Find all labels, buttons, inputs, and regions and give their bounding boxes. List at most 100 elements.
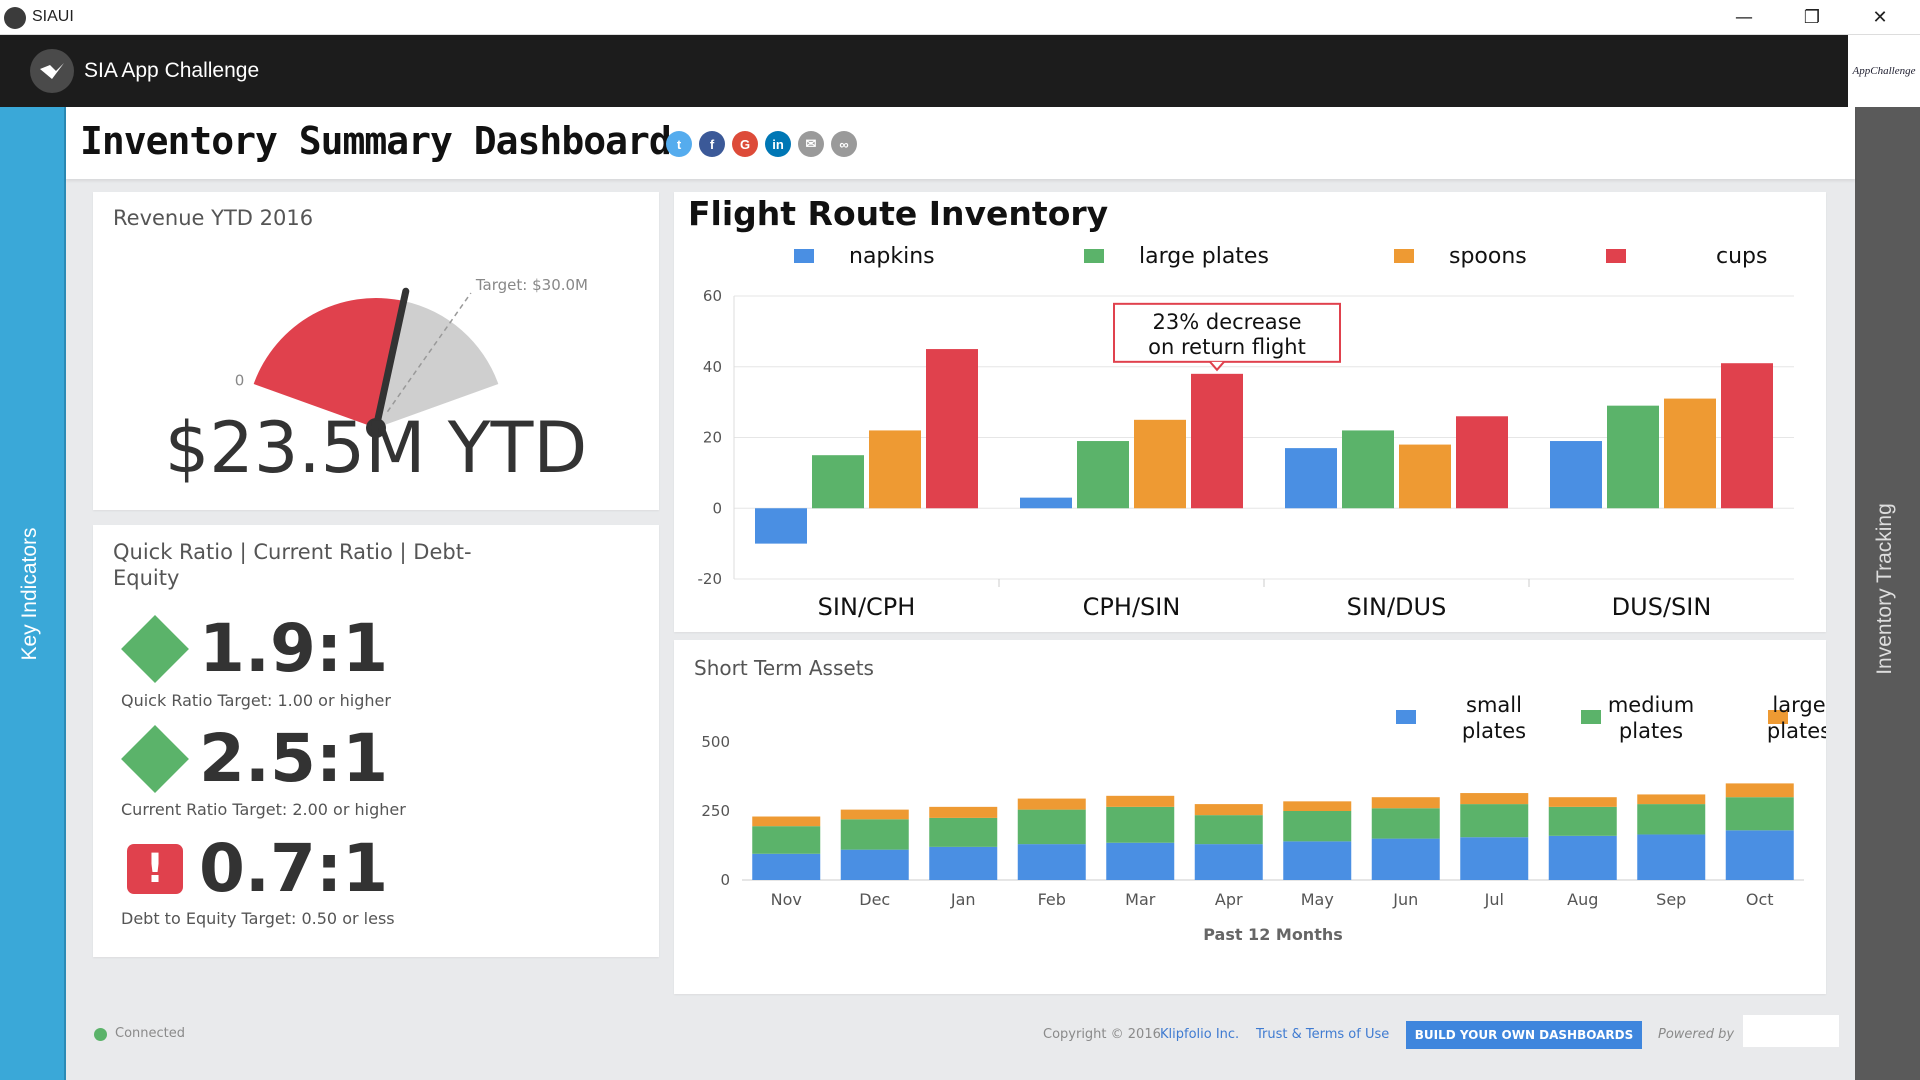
flight-route-card: Flight Route Inventory -20 0 20 40 60 SIN/CP… [674, 192, 1826, 632]
window-titlebar: SIAUI — ❐ ✕ [0, 0, 1920, 35]
right-sidebar[interactable]: Inventory Tracking [1855, 107, 1920, 1080]
stack-large-plates-sep [1637, 794, 1706, 805]
short-term-assets-chart: Short Term Assets 0 250 500 Nov Dec Jan Feb Ma… [694, 656, 1826, 944]
stack-large-plates-oct [1725, 783, 1794, 798]
stack-large-plates-apr [1194, 804, 1263, 816]
x-tick-label: SIN/CPH [818, 593, 916, 621]
gauge-target-label: Target: $30.0M [475, 276, 588, 294]
app-logo-icon [30, 49, 74, 93]
left-sidebar[interactable]: Key Indicators [0, 107, 66, 1080]
stack-small-plates-aug [1548, 835, 1617, 880]
powered-by-label: Powered by [1658, 1027, 1735, 1042]
ratios-title: Quick Ratio | Current Ratio | Debt-Equit… [113, 540, 472, 590]
x-tick-label: Feb [1038, 890, 1066, 909]
chart-title: Flight Route Inventory [688, 194, 1108, 233]
stack-small-plates-feb [1017, 844, 1086, 880]
connection-status-icon [94, 1028, 107, 1041]
y-tick-label: -20 [698, 570, 723, 588]
dashboard-title: Inventory Summary Dashboard [80, 119, 672, 163]
stack-small-plates-nov [752, 853, 821, 880]
quick-ratio-row: 1.9:1 [121, 610, 388, 687]
debt-equity-value: 0.7:1 [199, 830, 389, 907]
powered-by-logo [1743, 1015, 1839, 1047]
stack-large-plates-nov [752, 816, 821, 827]
restore-icon[interactable]: ❐ [1778, 0, 1846, 35]
legend-label-line2: plates [1462, 719, 1526, 743]
dashboard-header: Inventory Summary Dashboard t f G in ✉ ∞ [66, 107, 1855, 179]
bar-large-plates-sin-dus [1342, 430, 1394, 509]
quick-ratio-value: 1.9:1 [199, 610, 389, 687]
x-tick-label: Jan [950, 890, 976, 909]
app-title: SIA App Challenge [84, 59, 260, 82]
y-tick-label: 500 [701, 733, 730, 751]
legend-label-line2: plates [1619, 719, 1683, 743]
stack-medium-plates-jan [929, 817, 998, 847]
x-axis-label: Past 12 Months [1203, 925, 1343, 944]
short-term-assets-card: Short Term Assets 0 250 500 Nov Dec Jan Feb Ma… [674, 640, 1826, 994]
terms-link[interactable]: Trust & Terms of Use [1256, 1027, 1389, 1042]
facebook-icon[interactable]: f [699, 131, 725, 157]
stack-small-plates-jun [1371, 838, 1440, 880]
debt-equity-row: ! 0.7:1 [121, 830, 388, 907]
bar-napkins-dus-sin [1550, 441, 1602, 509]
x-tick-label: Dec [859, 890, 890, 909]
current-ratio-target: Current Ratio Target: 2.00 or higher [121, 800, 406, 819]
annotation-pointer [1209, 361, 1225, 372]
legend-label-line1: large [1772, 693, 1825, 717]
stack-large-plates-may [1283, 801, 1352, 811]
twitter-icon[interactable]: t [666, 131, 692, 157]
bar-napkins-sin-cph [755, 508, 807, 544]
current-ratio-row: 2.5:1 [121, 720, 388, 797]
app-icon [4, 7, 26, 29]
right-sidebar-label: Inventory Tracking [1873, 503, 1896, 675]
copyright-text: Copyright © 2016 [1043, 1027, 1161, 1042]
x-tick-label: Oct [1746, 890, 1774, 909]
stack-medium-plates-feb [1017, 809, 1086, 845]
legend-label: cups [1716, 244, 1767, 269]
linkedin-icon[interactable]: in [765, 131, 791, 157]
flight-route-chart: Flight Route Inventory -20 0 20 40 60 SIN/CP… [688, 194, 1794, 621]
stack-small-plates-apr [1194, 844, 1263, 880]
x-tick-label: Jun [1392, 890, 1418, 909]
stack-medium-plates-mar [1106, 806, 1175, 843]
bar-cups-sin-cph [926, 349, 978, 509]
stack-large-plates-jul [1460, 793, 1529, 805]
y-tick-label: 20 [703, 429, 722, 447]
stack-small-plates-oct [1725, 830, 1794, 880]
stack-medium-plates-apr [1194, 815, 1263, 845]
build-dashboards-button[interactable]: BUILD YOUR OWN DASHBOARDS [1406, 1021, 1642, 1049]
y-tick-label: 0 [720, 871, 730, 889]
stack-large-plates-feb [1017, 798, 1086, 810]
bar-large-plates-sin-cph [812, 455, 864, 509]
legend-swatch [1084, 249, 1104, 263]
x-tick-label: May [1301, 890, 1334, 909]
email-icon[interactable]: ✉ [798, 131, 824, 157]
stack-small-plates-jul [1460, 837, 1529, 880]
debt-equity-target: Debt to Equity Target: 0.50 or less [121, 909, 395, 928]
stack-large-plates-aug [1548, 797, 1617, 807]
minimize-icon[interactable]: — [1710, 0, 1778, 35]
link-icon[interactable]: ∞ [831, 131, 857, 157]
x-tick-label: Nov [771, 890, 802, 909]
window-title: SIAUI [32, 8, 74, 25]
stack-small-plates-mar [1106, 842, 1175, 880]
bar-napkins-cph-sin [1020, 497, 1072, 509]
google-plus-icon[interactable]: G [732, 131, 758, 157]
company-link[interactable]: Klipfolio Inc. [1160, 1027, 1239, 1042]
legend-label-line1: small [1466, 693, 1522, 717]
legend-label: napkins [849, 244, 935, 269]
legend-label: spoons [1449, 244, 1527, 269]
bar-large-plates-dus-sin [1607, 405, 1659, 509]
annotation-text-line1: 23% decrease [1153, 310, 1302, 334]
x-tick-label: Aug [1567, 890, 1598, 909]
legend-label-line2: plates [1767, 719, 1826, 743]
app-header: SIA App Challenge [0, 35, 1848, 107]
brand-logo: AppChallenge [1848, 35, 1920, 107]
bar-large-plates-cph-sin [1077, 441, 1129, 509]
stack-medium-plates-nov [752, 826, 821, 854]
close-icon[interactable]: ✕ [1846, 0, 1914, 35]
stack-medium-plates-oct [1725, 797, 1794, 831]
revenue-card: Revenue YTD 2016 0 Target: $30.0M $23.5M… [93, 192, 659, 510]
annotation-text-line2: on return flight [1148, 335, 1306, 359]
y-tick-label: 250 [701, 802, 730, 820]
